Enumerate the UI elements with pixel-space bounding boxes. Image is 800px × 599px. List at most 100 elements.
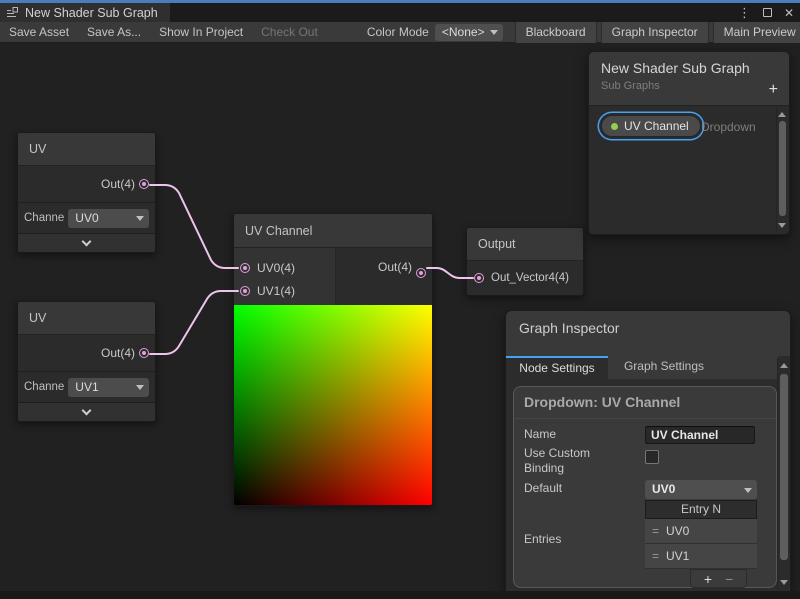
- entries-footer: + −: [690, 569, 747, 588]
- add-property-button[interactable]: +: [769, 82, 778, 98]
- chevron-down-icon: [136, 216, 144, 221]
- default-value: UV0: [652, 482, 675, 496]
- channel-label: Channe: [24, 212, 64, 224]
- blackboard-subtitle: Sub Graphs: [601, 80, 777, 92]
- settings-box-title: Dropdown: UV Channel: [514, 387, 776, 419]
- color-mode-dropdown[interactable]: <None>: [435, 24, 503, 41]
- name-label: Name: [524, 427, 556, 441]
- blackboard-panel: New Shader Sub Graph Sub Graphs + UV Cha…: [588, 51, 790, 235]
- uv-node-a[interactable]: UV Out(4) Channe UV0: [17, 132, 156, 253]
- tab-title: New Shader Sub Graph: [25, 6, 158, 20]
- name-input[interactable]: [645, 426, 755, 444]
- input-port-vector4[interactable]: [474, 273, 484, 283]
- uv-node-b[interactable]: UV Out(4) Channe UV1: [17, 301, 156, 422]
- blackboard-header[interactable]: New Shader Sub Graph Sub Graphs +: [589, 52, 789, 106]
- chevron-down-icon: [82, 405, 92, 415]
- blackboard-item-name: UV Channel: [624, 119, 689, 133]
- chevron-down-icon: [490, 30, 498, 35]
- tab-node-settings[interactable]: Node Settings: [506, 356, 608, 379]
- use-custom-binding-checkbox[interactable]: [645, 450, 659, 464]
- uv-preview: [234, 305, 432, 505]
- maximize-icon[interactable]: [763, 8, 772, 17]
- graph-inspector-panel: Graph Inspector Node Settings Graph Sett…: [505, 310, 791, 593]
- shader-graph-window: New Shader Sub Graph ⋮ ✕ Save Asset Save…: [0, 0, 800, 599]
- blackboard-item-type: Dropdown: [701, 120, 756, 134]
- collapse-button[interactable]: [18, 233, 155, 252]
- chevron-down-icon: [744, 488, 752, 493]
- scroll-up-icon[interactable]: [780, 363, 788, 368]
- window-bottom-edge: [0, 591, 800, 599]
- uv-channel-node[interactable]: UV Channel UV0(4) UV1(4) Out(4): [233, 213, 433, 506]
- show-in-project-button[interactable]: Show In Project: [150, 22, 252, 42]
- channel-label: Channe: [24, 381, 64, 393]
- color-mode-label: Color Mode: [361, 25, 435, 39]
- inspector-scrollbar[interactable]: [777, 358, 789, 590]
- chevron-down-icon: [136, 385, 144, 390]
- drag-handle-icon[interactable]: =: [652, 524, 659, 538]
- remove-entry-button[interactable]: −: [725, 572, 733, 586]
- exposed-dot-icon: [611, 123, 618, 130]
- out-port-label: Out(4): [101, 335, 135, 371]
- input-port-label: UV0(4): [257, 261, 295, 275]
- blackboard-item-uv-channel[interactable]: UV Channel: [601, 115, 701, 137]
- input-port-uv1[interactable]: [240, 286, 250, 296]
- tab-bar: New Shader Sub Graph ⋮ ✕: [0, 3, 800, 22]
- close-icon[interactable]: ✕: [784, 7, 794, 19]
- blackboard-toggle-button[interactable]: Blackboard: [515, 22, 597, 43]
- scroll-down-icon[interactable]: [778, 223, 786, 228]
- check-out-button: Check Out: [252, 22, 327, 42]
- save-asset-button[interactable]: Save Asset: [0, 22, 78, 42]
- entries-header: Entry N: [645, 500, 757, 519]
- collapse-button[interactable]: [18, 402, 155, 421]
- node-title: UV: [18, 302, 155, 335]
- focus-highlight-strip: [0, 0, 800, 3]
- inspector-content: Dropdown: UV Channel Name Use Custom Bin…: [506, 379, 779, 592]
- input-port-label: Out_Vector4(4): [491, 272, 569, 284]
- scrollbar-thumb[interactable]: [780, 374, 788, 560]
- add-entry-button[interactable]: +: [704, 572, 712, 586]
- input-port-label: UV1(4): [257, 284, 295, 298]
- scroll-down-icon[interactable]: [780, 580, 788, 585]
- main-preview-toggle-button[interactable]: Main Preview: [713, 22, 800, 43]
- blackboard-title: New Shader Sub Graph: [601, 60, 777, 76]
- chevron-down-icon: [82, 236, 92, 246]
- scrollbar-thumb[interactable]: [779, 121, 786, 216]
- blackboard-scrollbar[interactable]: [776, 108, 787, 232]
- input-port-uv0[interactable]: [240, 263, 250, 273]
- out-port-label: Out(4): [378, 256, 412, 279]
- color-mode-value: <None>: [442, 25, 485, 39]
- output-port[interactable]: [139, 179, 149, 189]
- output-port[interactable]: [139, 348, 149, 358]
- drag-handle-icon[interactable]: =: [652, 549, 659, 563]
- inspector-title: Graph Inspector: [519, 320, 777, 336]
- tab-graph-settings[interactable]: Graph Settings: [608, 356, 720, 379]
- save-as-button[interactable]: Save As...: [78, 22, 150, 42]
- inspector-tabs: Node Settings Graph Settings: [506, 356, 778, 379]
- node-title: UV Channel: [234, 214, 432, 248]
- shader-graph-icon: [6, 6, 19, 19]
- menu-icon[interactable]: ⋮: [738, 6, 751, 19]
- node-title: Output: [467, 228, 583, 261]
- output-node[interactable]: Output Out_Vector4(4): [466, 227, 584, 296]
- entry-row[interactable]: = UV1: [645, 544, 757, 569]
- toolbar: Save Asset Save As... Show In Project Ch…: [0, 22, 800, 43]
- inspector-header[interactable]: Graph Inspector: [506, 311, 790, 356]
- entry-value: UV1: [666, 549, 689, 563]
- entries-label: Entries: [524, 532, 561, 546]
- window-controls: ⋮ ✕: [738, 3, 794, 22]
- node-title: UV: [18, 133, 155, 166]
- entry-row[interactable]: = UV0: [645, 519, 757, 544]
- scroll-up-icon[interactable]: [778, 112, 786, 117]
- out-port-label: Out(4): [101, 166, 135, 202]
- blackboard-body: UV Channel Dropdown: [589, 106, 789, 234]
- graph-inspector-toggle-button[interactable]: Graph Inspector: [601, 22, 709, 43]
- asset-tab[interactable]: New Shader Sub Graph: [0, 3, 170, 22]
- channel-dropdown[interactable]: UV1: [68, 378, 149, 397]
- channel-dropdown[interactable]: UV0: [68, 209, 149, 228]
- dropdown-settings-box: Dropdown: UV Channel Name Use Custom Bin…: [513, 386, 777, 588]
- entries-table: Entry N = UV0 = UV1: [645, 500, 757, 569]
- output-port[interactable]: [416, 268, 426, 278]
- channel-value: UV1: [75, 380, 98, 394]
- use-custom-binding-label: Use Custom Binding: [524, 446, 616, 476]
- default-dropdown[interactable]: UV0: [645, 480, 757, 499]
